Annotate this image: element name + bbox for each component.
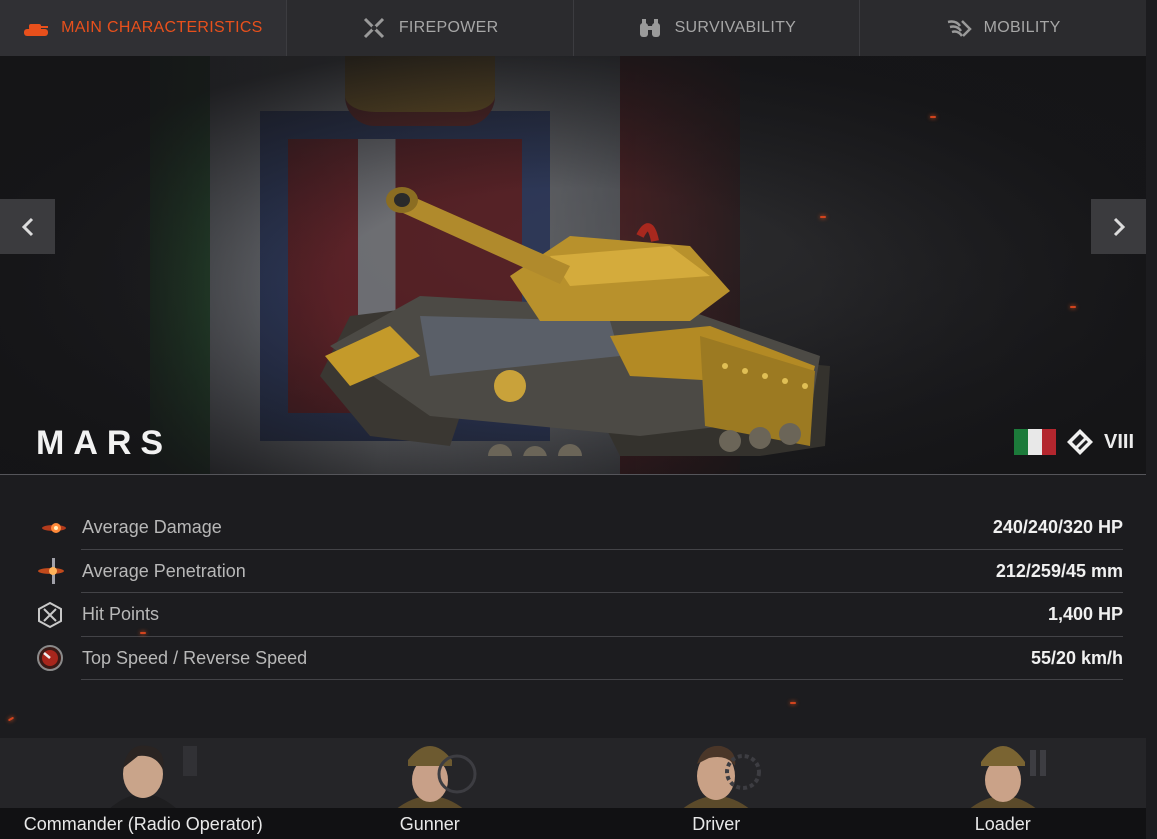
- crew-loader[interactable]: Loader: [859, 738, 1146, 839]
- stat-value: 1,400 HP: [1047, 604, 1123, 625]
- crew-role-label: Driver: [692, 814, 741, 834]
- tab-label: Mobility: [983, 19, 1061, 36]
- vehicle-showcase: MARS VIII: [0, 56, 1146, 474]
- tab-label: Survivability: [674, 19, 797, 36]
- stat-label: Average Penetration: [82, 560, 246, 581]
- tab-firepower[interactable]: Firepower: [287, 0, 574, 56]
- tab-label: Firepower: [398, 19, 499, 36]
- tab-survivability[interactable]: Survivability: [574, 0, 861, 56]
- stat-label: Average Damage: [82, 517, 222, 538]
- penetration-icon: [38, 558, 64, 585]
- stat-row-hit-points: Hit Points 1,400 HP: [22, 593, 1123, 637]
- crew-driver[interactable]: Driver: [573, 738, 860, 839]
- stat-label: Hit Points: [82, 604, 160, 625]
- stat-label: Top Speed / Reverse Speed: [82, 647, 308, 668]
- italy-flag-icon: [1013, 429, 1056, 455]
- tank-image: [320, 187, 830, 456]
- crew-role-label: Commander (Radio Operator): [23, 814, 263, 834]
- stat-row-average-damage: Average Damage 240/240/320 HP: [22, 506, 1123, 550]
- hit-points-icon: [38, 601, 62, 628]
- vehicle-tier: VIII: [1103, 430, 1134, 453]
- tank-icon: [23, 17, 49, 39]
- previous-vehicle-button[interactable]: [0, 199, 55, 254]
- wings-icon: [946, 17, 972, 39]
- vehicle-meta: VIII: [1013, 428, 1134, 456]
- speedometer-icon: [37, 645, 63, 672]
- stat-value: 240/240/320 HP: [992, 517, 1123, 538]
- tab-bar: Main Characteristics Firepower Survivabi…: [0, 0, 1146, 56]
- stat-value: 212/259/45 mm: [995, 560, 1123, 581]
- crew-panel: Commander (Radio Operator) Gunner Driver: [0, 738, 1146, 839]
- binoculars-icon: [637, 17, 663, 39]
- tab-label: Main Characteristics: [61, 19, 263, 36]
- driver-portrait: [681, 745, 762, 810]
- gunner-portrait: [394, 746, 477, 810]
- stats-list: Average Damage 240/240/320 HP Average Pe…: [22, 506, 1123, 680]
- loader-portrait: [967, 746, 1046, 810]
- chevron-right-icon: [1113, 217, 1125, 236]
- stat-value: 55/20 km/h: [1030, 647, 1123, 668]
- crew-role-label: Gunner: [399, 814, 460, 834]
- divider: [0, 474, 1146, 475]
- crew-gunner[interactable]: Gunner: [286, 738, 573, 839]
- stat-row-average-penetration: Average Penetration 212/259/45 mm: [22, 550, 1123, 593]
- chevron-left-icon: [21, 217, 33, 236]
- tab-mobility[interactable]: Mobility: [860, 0, 1146, 56]
- damage-icon: [42, 522, 66, 533]
- next-vehicle-button[interactable]: [1091, 199, 1146, 254]
- heavy-tank-icon: [1066, 429, 1093, 455]
- crew-role-label: Loader: [974, 814, 1031, 834]
- crossed-guns-icon: [361, 17, 387, 39]
- commander-portrait: [108, 745, 198, 810]
- crew-commander[interactable]: Commander (Radio Operator): [0, 738, 287, 839]
- stat-row-top-speed: Top Speed / Reverse Speed 55/20 km/h: [22, 637, 1123, 680]
- tab-main-characteristics[interactable]: Main Characteristics: [0, 0, 287, 56]
- vehicle-name: MARS: [36, 424, 173, 462]
